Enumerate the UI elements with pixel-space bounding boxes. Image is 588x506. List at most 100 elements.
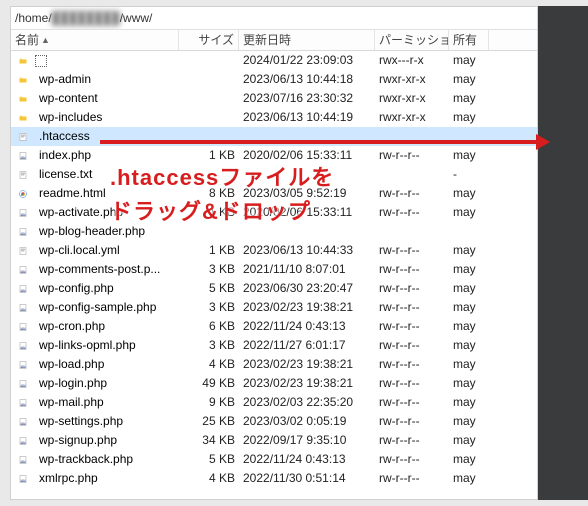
file-size: 1 KB xyxy=(179,241,239,260)
file-row[interactable]: wp-links-opml.php3 KB2022/11/27 6:01:17r… xyxy=(11,336,537,355)
file-owner: may xyxy=(449,336,489,355)
file-perm: rw-r--r-- xyxy=(375,241,449,260)
column-headers: 名前 ▲ サイズ 更新日時 パーミッション 所有 xyxy=(11,30,537,51)
file-date: 2023/06/13 10:44:18 xyxy=(239,70,375,89)
php-icon xyxy=(15,281,31,297)
folder-icon xyxy=(15,91,31,107)
file-owner: may xyxy=(449,108,489,127)
file-row[interactable]: wp-settings.php25 KB2023/03/02 0:05:19rw… xyxy=(11,412,537,431)
file-row[interactable]: wp-config-sample.php3 KB2023/02/23 19:38… xyxy=(11,298,537,317)
file-row[interactable]: wp-mail.php9 KB2023/02/03 22:35:20rw-r--… xyxy=(11,393,537,412)
file-date: 2022/09/17 9:35:10 xyxy=(239,431,375,450)
file-date: 2022/11/30 0:51:14 xyxy=(239,469,375,488)
annotation-line1: .htaccessファイルを xyxy=(110,160,334,192)
file-owner: may xyxy=(449,431,489,450)
php-icon xyxy=(15,395,31,411)
header-permission[interactable]: パーミッション xyxy=(375,30,449,50)
header-name[interactable]: 名前 ▲ xyxy=(11,30,179,50)
annotation-line2: ドラッグ&ドロップ xyxy=(110,194,311,226)
php-icon xyxy=(15,376,31,392)
file-rows: 2024/01/22 23:09:03rwx---r-xmaywp-admin 2… xyxy=(11,51,537,488)
path-breadcrumb[interactable]: /home/████████/www/ xyxy=(11,7,537,30)
file-name-cell: wp-trackback.php xyxy=(11,450,179,469)
file-perm: rw-r--r-- xyxy=(375,393,449,412)
file-name: index.php xyxy=(35,146,95,165)
php-icon xyxy=(15,338,31,354)
file-owner: may xyxy=(449,355,489,374)
file-name: wp-load.php xyxy=(35,355,108,374)
file-row[interactable]: wp-comments-post.p...3 KB2021/11/10 8:07… xyxy=(11,260,537,279)
file-date: 2023/06/13 10:44:33 xyxy=(239,241,375,260)
header-owner[interactable]: 所有 xyxy=(449,30,489,50)
file-name-cell: wp-settings.php xyxy=(11,412,179,431)
file-name: wp-includes xyxy=(35,108,106,127)
file-name-cell: xmlrpc.php xyxy=(11,469,179,488)
file-size: 25 KB xyxy=(179,412,239,431)
file-row[interactable]: wp-cli.local.yml1 KB2023/06/13 10:44:33r… xyxy=(11,241,537,260)
file-name: wp-trackback.php xyxy=(35,450,137,469)
file-row[interactable]: wp-login.php49 KB2023/02/23 19:38:21rw-r… xyxy=(11,374,537,393)
file-date: 2023/07/16 23:30:32 xyxy=(239,89,375,108)
file-row[interactable]: xmlrpc.php4 KB2022/11/30 0:51:14rw-r--r-… xyxy=(11,469,537,488)
header-date[interactable]: 更新日時 xyxy=(239,30,375,50)
file-perm: rw-r--r-- xyxy=(375,317,449,336)
file-name: wp-cron.php xyxy=(35,317,109,336)
path-prefix: /home/ xyxy=(15,11,52,25)
file-size xyxy=(179,89,239,108)
txt-icon xyxy=(15,167,31,183)
file-row[interactable]: wp-signup.php34 KB2022/09/17 9:35:10rw-r… xyxy=(11,431,537,450)
folder-icon xyxy=(15,72,31,88)
file-name-cell: wp-cli.local.yml xyxy=(11,241,179,260)
file-row[interactable]: 2024/01/22 23:09:03rwx---r-xmay xyxy=(11,51,537,70)
file-name: wp-content xyxy=(35,89,102,108)
file-name-cell: wp-cron.php xyxy=(11,317,179,336)
file-name: wp-links-opml.php xyxy=(35,336,140,355)
file-name: wp-config.php xyxy=(35,279,118,298)
file-perm xyxy=(375,165,449,184)
folder-icon xyxy=(15,110,31,126)
file-owner: may xyxy=(449,146,489,165)
file-size: 5 KB xyxy=(179,279,239,298)
file-size xyxy=(179,108,239,127)
file-name: wp-admin xyxy=(35,70,95,89)
php-icon xyxy=(15,224,31,240)
file-row[interactable]: wp-includes2023/06/13 10:44:19rwxr-xr-xm… xyxy=(11,108,537,127)
file-row[interactable]: wp-admin2023/06/13 10:44:18rwxr-xr-xmay xyxy=(11,70,537,89)
file-owner: may xyxy=(449,51,489,70)
file-name: xmlrpc.php xyxy=(35,469,102,488)
file-name-cell: wp-comments-post.p... xyxy=(11,260,179,279)
file-perm: rw-r--r-- xyxy=(375,431,449,450)
header-size[interactable]: サイズ xyxy=(179,30,239,50)
php-icon xyxy=(15,262,31,278)
file-date: 2022/11/24 0:43:13 xyxy=(239,450,375,469)
file-row[interactable]: wp-trackback.php5 KB2022/11/24 0:43:13rw… xyxy=(11,450,537,469)
file-owner: may xyxy=(449,184,489,203)
file-size: 3 KB xyxy=(179,298,239,317)
file-name-cell: wp-mail.php xyxy=(11,393,179,412)
file-owner: may xyxy=(449,260,489,279)
file-perm: rw-r--r-- xyxy=(375,412,449,431)
file-name-cell: wp-login.php xyxy=(11,374,179,393)
file-row[interactable]: wp-load.php4 KB2023/02/23 19:38:21rw-r--… xyxy=(11,355,537,374)
file-row[interactable]: wp-cron.php6 KB2022/11/24 0:43:13rw-r--r… xyxy=(11,317,537,336)
file-date: 2023/02/03 22:35:20 xyxy=(239,393,375,412)
path-suffix: /www/ xyxy=(120,11,153,25)
file-perm: rw-r--r-- xyxy=(375,146,449,165)
file-row[interactable]: wp-config.php 5 KB2023/06/30 23:20:47rw-r… xyxy=(11,279,537,298)
file-owner: - xyxy=(449,165,489,184)
file-row[interactable]: wp-content2023/07/16 23:30:32rwxr-xr-xma… xyxy=(11,89,537,108)
file-owner: may xyxy=(449,241,489,260)
file-perm: rw-r--r-- xyxy=(375,279,449,298)
file-perm: rw-r--r-- xyxy=(375,374,449,393)
file-perm: rw-r--r-- xyxy=(375,450,449,469)
file-perm: rw-r--r-- xyxy=(375,203,449,222)
file-name: readme.html xyxy=(35,184,110,203)
file-owner xyxy=(449,222,489,241)
php-icon xyxy=(15,319,31,335)
file-owner: may xyxy=(449,70,489,89)
file-name: wp-comments-post.p... xyxy=(35,260,164,279)
file-date: 2023/06/30 23:20:47 xyxy=(239,279,375,298)
php-icon xyxy=(15,452,31,468)
file-date: 2023/02/23 19:38:21 xyxy=(239,374,375,393)
file-size xyxy=(179,70,239,89)
